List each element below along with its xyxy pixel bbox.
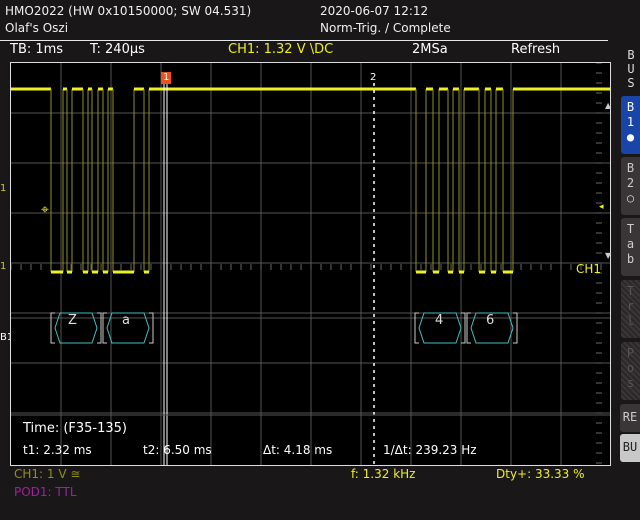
bus-value: 6	[486, 313, 495, 328]
cursor-inverse-delta: 1/Δt: 239.23 Hz	[383, 443, 477, 457]
sidebar-item-pos: Pos	[621, 342, 640, 400]
sidebar-item-trl: Trl	[621, 280, 640, 338]
cursor-t2: t2: 6.50 ms	[143, 443, 212, 457]
datetime: 2020-06-07 12:12	[320, 4, 429, 18]
timebase[interactable]: TB: 1ms	[10, 42, 63, 57]
sidebar-item-char: ○	[626, 191, 635, 205]
bus-value: a	[122, 313, 130, 328]
offset-arrow-icon: ◂	[599, 202, 604, 212]
sidebar-item-char: T	[626, 284, 635, 298]
sidebar-title: B U S	[625, 48, 637, 90]
channel-setting[interactable]: CH1: 1.32 V \DC	[228, 42, 333, 57]
sidebar-item-char: 2	[626, 176, 635, 190]
sidebar-item-char: ●	[626, 130, 635, 144]
scroll-down-icon[interactable]: ▼	[605, 251, 611, 260]
frequency-readout: f: 1.32 kHz	[351, 467, 416, 481]
acquisition-mode[interactable]: Refresh	[511, 42, 560, 57]
sidebar-item-char: o	[626, 361, 635, 375]
sidebar-item-char: T	[626, 222, 635, 236]
bus-value: Z	[68, 313, 77, 328]
measurement-title: Time: (F35-135)	[23, 421, 127, 436]
sidebar-item-bu[interactable]: BU	[620, 434, 640, 462]
trigger-level-marker[interactable]: 1	[0, 183, 6, 194]
title-char: B	[627, 48, 635, 62]
cursor-delta: Δt: 4.18 ms	[263, 443, 333, 457]
sidebar-item-char: b	[626, 252, 635, 266]
sidebar-item-char: s	[626, 376, 635, 390]
sidebar-item-re[interactable]: RE	[620, 404, 640, 432]
header-divider	[0, 40, 608, 41]
pod-setting[interactable]: POD1: TTL	[14, 485, 77, 499]
sidebar-item-char: a	[626, 237, 635, 251]
bus-value: 4	[435, 313, 444, 328]
crosshair-icon[interactable]: ⌖	[41, 202, 49, 218]
trigger-time[interactable]: T: 240µs	[90, 42, 145, 57]
ch1-label: CH1	[576, 262, 602, 276]
ch1-ref-marker[interactable]: 1	[0, 261, 6, 272]
waveform-screen[interactable]: 1 2 CH1 ▲ ▼ ◂ ⌖ Z a 4 6 Time: (F35-135) …	[10, 62, 611, 466]
sidebar-item-char: 1	[626, 115, 635, 129]
title-char: S	[627, 76, 635, 90]
sidebar-item-char: l	[626, 314, 635, 328]
duty-cycle-readout: Dty+: 33.33 %	[496, 467, 585, 481]
sidebar-item-char: r	[626, 299, 635, 313]
sidebar-item-char: BU	[622, 440, 638, 454]
waveform-display	[11, 63, 610, 465]
cursor-t1: t1: 2.32 ms	[23, 443, 92, 457]
cursor2-label[interactable]: 2	[370, 72, 376, 83]
sidebar-item-char: B	[626, 100, 635, 114]
sample-rate: 2MSa	[412, 42, 448, 57]
scroll-up-icon[interactable]: ▲	[605, 101, 611, 110]
sidebar-item-tab[interactable]: Tab	[621, 218, 640, 276]
trigger-status: Norm-Trig. / Complete	[320, 21, 451, 35]
sidebar-item-b1[interactable]: B 1 ●	[621, 96, 640, 154]
sidebar-item-b2[interactable]: B 2 ○	[621, 157, 640, 215]
sidebar-item-char: P	[626, 346, 635, 360]
device-info: HMO2022 (HW 0x10150000; SW 04.531)	[5, 4, 252, 18]
ch1-scale[interactable]: CH1: 1 V ≅	[14, 467, 80, 481]
sidebar-item-char: RE	[622, 410, 638, 424]
title-char: U	[627, 62, 635, 76]
sidebar-item-char: B	[626, 161, 635, 175]
device-name: Olaf's Oszi	[5, 21, 69, 35]
trigger-marker[interactable]: 1	[161, 72, 172, 84]
